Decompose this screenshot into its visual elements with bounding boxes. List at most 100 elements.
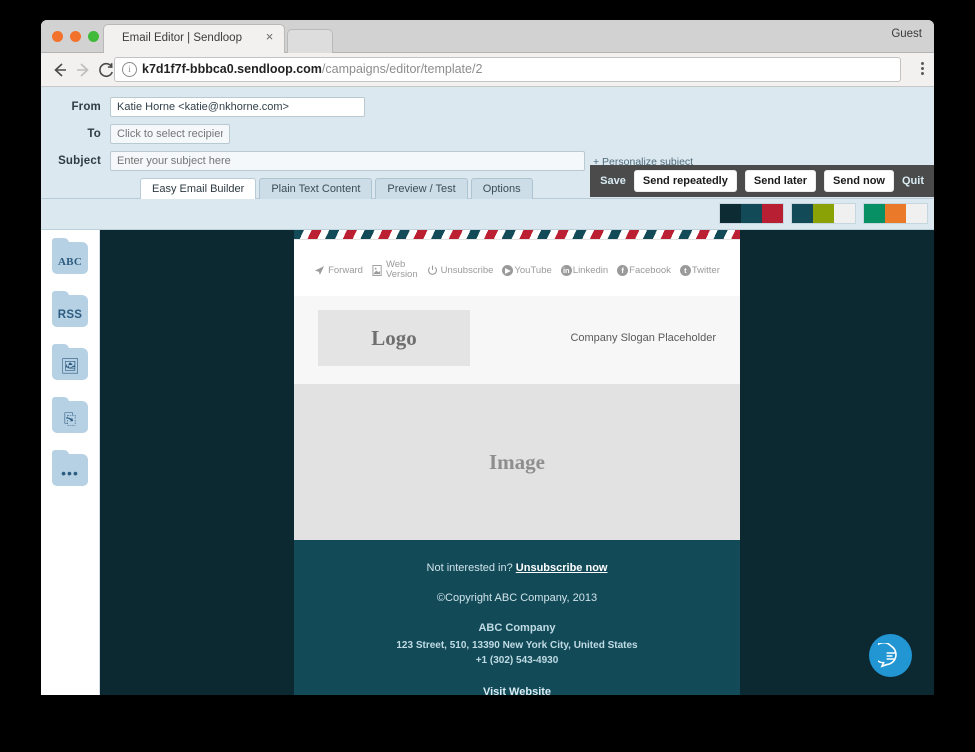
theme-dark-teal-red[interactable]: [719, 203, 784, 224]
sidebar-item-label: RSS: [52, 309, 88, 321]
theme-teal-olive[interactable]: [791, 203, 856, 224]
sidebar-item-image-block[interactable]: 🖼: [52, 348, 88, 380]
twitter-link[interactable]: t Twitter: [680, 265, 720, 276]
subject-input[interactable]: [110, 151, 585, 171]
send-repeatedly-button[interactable]: Send repeatedly: [634, 170, 737, 192]
browser-tab-title: Email Editor | Sendloop: [104, 32, 260, 44]
theme-green-orange[interactable]: [863, 203, 928, 224]
link-label: Unsubscribe: [441, 265, 494, 276]
sidebar-item-more-blocks[interactable]: •••: [52, 454, 88, 486]
browser-tab-strip: Email Editor | Sendloop × Guest: [41, 20, 934, 53]
maximize-window-button[interactable]: [88, 31, 99, 42]
editor-tab-row: Easy Email Builder Plain Text Content Pr…: [140, 178, 533, 199]
swatch-color: [762, 204, 783, 223]
new-tab-button[interactable]: [287, 29, 333, 53]
to-row: To: [41, 124, 230, 144]
web-version-link[interactable]: WebVersion: [372, 260, 418, 280]
cursor-glyph-icon: ⎘: [52, 412, 88, 428]
not-interested-line: Not interested in? Unsubscribe now: [310, 562, 724, 574]
footer-address: 123 Street, 510, 13390 New York City, Un…: [310, 638, 724, 653]
linkedin-icon: in: [561, 265, 572, 276]
url-text: k7d1f7f-bbbca0.sendloop.com/campaigns/ed…: [142, 62, 482, 76]
visit-website-link[interactable]: Visit Website: [310, 686, 724, 695]
sidebar-item-label: ABC: [52, 256, 88, 268]
campaign-header: From To Subject + Personalize subject Ha…: [41, 87, 934, 199]
url-host: k7d1f7f-bbbca0.sendloop.com: [142, 62, 322, 76]
link-label: Forward: [328, 265, 363, 276]
email-logo-row[interactable]: Logo Company Slogan Placeholder: [294, 296, 740, 384]
swatch-color: [906, 204, 927, 223]
link-label: WebVersion: [386, 260, 418, 280]
chat-support-button[interactable]: [869, 634, 912, 677]
logo-placeholder[interactable]: Logo: [318, 310, 470, 366]
link-label: Twitter: [692, 265, 720, 276]
link-label: Facebook: [629, 265, 671, 276]
to-input[interactable]: [110, 124, 230, 144]
swatch-color: [720, 204, 741, 223]
campaign-action-bar: Save Send repeatedly Send later Send now…: [590, 165, 934, 197]
forward-arrow-icon[interactable]: [73, 60, 93, 80]
image-placeholder-block[interactable]: Image: [294, 384, 740, 540]
airmail-stripe-border: [294, 230, 740, 240]
tab-preview-test[interactable]: Preview / Test: [375, 178, 467, 199]
send-later-button[interactable]: Send later: [745, 170, 816, 192]
quit-button[interactable]: Quit: [902, 175, 924, 187]
tab-plain-text-content[interactable]: Plain Text Content: [259, 178, 372, 199]
email-preview-canvas: Forward WebVersion Unsubscribe: [294, 230, 740, 695]
sidebar-item-rss-block[interactable]: RSS: [52, 295, 88, 327]
sidebar-item-label: •••: [52, 469, 88, 477]
tab-easy-email-builder[interactable]: Easy Email Builder: [140, 178, 256, 199]
window-controls: [52, 31, 99, 42]
twitter-icon: t: [680, 265, 691, 276]
subject-row: Subject: [41, 151, 585, 171]
reload-icon[interactable]: [96, 60, 116, 80]
browser-tab-active[interactable]: Email Editor | Sendloop ×: [103, 24, 285, 53]
subject-label: Subject: [41, 155, 110, 167]
url-path: /campaigns/editor/template/2: [322, 62, 483, 76]
paper-plane-icon: [314, 265, 325, 276]
kebab-menu-icon[interactable]: [921, 60, 925, 80]
swatch-color: [885, 204, 906, 223]
email-header-section: Forward WebVersion Unsubscribe: [294, 240, 740, 296]
facebook-icon: f: [617, 265, 628, 276]
sidebar-item-text-block[interactable]: ABC: [52, 242, 88, 274]
theme-swatch-bar: [41, 199, 934, 230]
company-slogan[interactable]: Company Slogan Placeholder: [470, 332, 716, 344]
tab-options[interactable]: Options: [471, 178, 533, 199]
email-toolbar-links: Forward WebVersion Unsubscribe: [294, 240, 740, 296]
image-glyph-icon: 🖼: [52, 359, 88, 375]
block-palette-sidebar: ABC RSS 🖼 ⎘ •••: [41, 230, 100, 695]
close-icon[interactable]: ×: [263, 30, 276, 43]
swatch-color: [864, 204, 885, 223]
linkedin-link[interactable]: in Linkedin: [561, 265, 608, 276]
back-arrow-icon[interactable]: [50, 60, 70, 80]
address-bar[interactable]: i k7d1f7f-bbbca0.sendloop.com/campaigns/…: [114, 57, 901, 82]
document-image-icon: [372, 265, 383, 276]
footer-phone: +1 (302) 543-4930: [310, 653, 724, 668]
save-button[interactable]: Save: [600, 175, 626, 187]
close-window-button[interactable]: [52, 31, 63, 42]
from-row: From: [41, 97, 365, 117]
power-icon: [427, 265, 438, 276]
guest-profile-label[interactable]: Guest: [891, 28, 922, 40]
swatch-color: [813, 204, 834, 223]
minimize-window-button[interactable]: [70, 31, 81, 42]
youtube-link[interactable]: ▶ YouTube: [502, 265, 551, 276]
browser-toolbar: i k7d1f7f-bbbca0.sendloop.com/campaigns/…: [41, 53, 934, 87]
unsubscribe-now-link[interactable]: Unsubscribe now: [516, 562, 608, 574]
footer-company-name: ABC Company: [310, 622, 724, 634]
email-footer-section: Not interested in? Unsubscribe now ©Copy…: [294, 540, 740, 695]
not-interested-text: Not interested in?: [427, 562, 516, 574]
unsubscribe-link[interactable]: Unsubscribe: [427, 265, 494, 276]
browser-window: Email Editor | Sendloop × Guest i k7d1f7…: [41, 20, 934, 695]
chat-bubble-icon: [878, 643, 904, 669]
send-now-button[interactable]: Send now: [824, 170, 894, 192]
link-label: YouTube: [514, 265, 551, 276]
forward-link[interactable]: Forward: [314, 265, 363, 276]
editor-workspace: ABC RSS 🖼 ⎘ •••: [41, 230, 934, 695]
site-info-icon[interactable]: i: [122, 62, 137, 77]
facebook-link[interactable]: f Facebook: [617, 265, 671, 276]
link-label: Linkedin: [573, 265, 608, 276]
sidebar-item-button-block[interactable]: ⎘: [52, 401, 88, 433]
from-input[interactable]: [110, 97, 365, 117]
